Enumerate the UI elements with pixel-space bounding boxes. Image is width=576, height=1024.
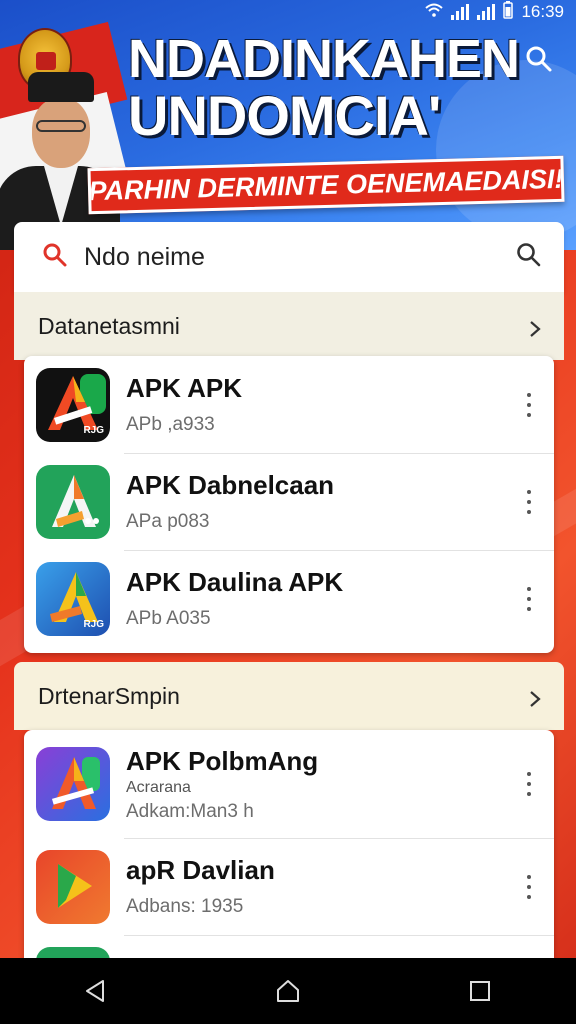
app-subtitle: Adbans: 1935 — [126, 896, 244, 917]
list-item[interactable]: RJG APK APK APb ,а933 — [24, 356, 554, 453]
home-icon[interactable] — [268, 971, 308, 1011]
app-name: APK PolbmAng — [126, 745, 319, 776]
banner-headline: NDADINKAHEN UNDOMCIA' — [128, 29, 520, 148]
recents-icon[interactable] — [460, 971, 500, 1011]
status-time: 16:39 — [521, 2, 564, 21]
signal-icon — [477, 4, 496, 20]
app-icon — [36, 849, 110, 924]
chevron-right-icon — [526, 317, 544, 337]
header-banner: 16:39 NDADINKAHEN UNDOMCIA' PARHIN DERMI… — [0, 0, 576, 250]
more-options-icon[interactable] — [524, 489, 534, 514]
search-submit-icon[interactable] — [516, 242, 542, 273]
search-bar[interactable]: Ndo neime — [14, 222, 564, 292]
app-name: APK APK — [126, 373, 243, 403]
signal-icon — [451, 4, 470, 20]
app-subtitle-small: Acrarana — [126, 778, 191, 796]
section-title: DrtenarSmpin — [38, 682, 180, 709]
more-options-icon[interactable] — [524, 772, 534, 796]
list-item[interactable]: RJG APK Daulina APK APb A035 — [24, 550, 554, 647]
app-icon: RJG — [36, 367, 110, 442]
search-input[interactable]: Ndo neime — [84, 243, 516, 272]
app-icon — [36, 747, 110, 821]
app-list: RJG APK APK APb ,а933 APK Dabnelcaan APa… — [24, 356, 554, 653]
headline-line-1: NDADINKAHEN — [128, 29, 520, 89]
app-name: APK Dabnelcaan — [126, 470, 335, 500]
list-item[interactable]: apR Davlian Adbans: 1935 — [24, 838, 554, 935]
list-item[interactable]: APK Dabnelcaan APa р083 — [24, 453, 554, 550]
app-name: APK Daulina APK — [126, 567, 344, 597]
ribbon-text: PARHIN DERMINTE OENEMAEDAISI! — [88, 163, 564, 206]
battery-icon — [503, 0, 514, 24]
section-title: Datanetasmni — [38, 312, 180, 339]
search-icon[interactable] — [524, 44, 554, 74]
more-options-icon[interactable] — [524, 586, 534, 611]
section-header[interactable]: DrtenarSmpin — [14, 662, 564, 730]
headline-line-2: UNDOMCIA' — [128, 84, 441, 148]
app-subtitle: APb ,а933 — [126, 414, 215, 435]
app-icon: RJG — [36, 561, 110, 636]
chevron-right-icon — [526, 687, 544, 707]
app-subtitle: APa р083 — [126, 511, 210, 532]
more-options-icon[interactable] — [524, 392, 534, 417]
app-list: APK PolbmAng Acrarana Adkam:Man3 h apR D… — [24, 730, 554, 970]
back-icon[interactable] — [76, 971, 116, 1011]
search-icon — [42, 242, 68, 273]
app-subtitle: Adkam:Man3 h — [126, 800, 254, 822]
status-bar: 16:39 — [425, 0, 564, 24]
app-icon — [36, 464, 110, 539]
system-navigation-bar — [0, 958, 576, 1024]
app-name: apR Davlian — [126, 855, 275, 885]
section-header[interactable]: Datanetasmni — [14, 292, 564, 360]
app-subtitle: APb A035 — [126, 608, 211, 629]
more-options-icon[interactable] — [524, 874, 534, 899]
wifi-icon — [425, 2, 444, 22]
list-item[interactable]: APK PolbmAng Acrarana Adkam:Man3 h — [24, 730, 554, 838]
